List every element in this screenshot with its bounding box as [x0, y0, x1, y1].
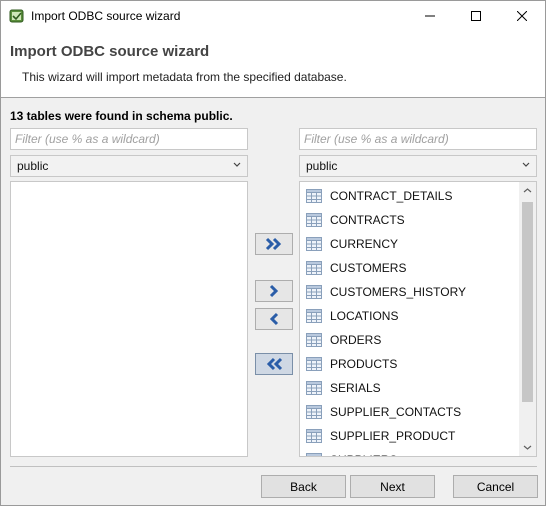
chevron-up-icon — [523, 188, 532, 193]
add-button[interactable] — [255, 280, 293, 302]
table-name: ORDERS — [330, 333, 382, 347]
table-list-item[interactable]: CURRENCY — [306, 232, 516, 256]
table-name: LOCATIONS — [330, 309, 399, 323]
page-title: Import ODBC source wizard — [10, 43, 210, 60]
chevron-left-icon — [269, 312, 279, 326]
tables-found-label: 13 tables were found in schema public. — [10, 109, 233, 123]
title-bar[interactable]: Import ODBC source wizard — [1, 1, 545, 31]
wizard-app-icon — [9, 9, 24, 23]
double-chevron-left-icon — [266, 357, 283, 371]
table-icon — [306, 453, 322, 456]
wizard-header: Import ODBC source wizard This wizard wi… — [1, 31, 545, 98]
scroll-down-button[interactable] — [519, 439, 536, 456]
chevron-down-icon — [523, 445, 532, 450]
wizard-window: Import ODBC source wizard Import ODBC so… — [0, 0, 546, 506]
page-description: This wizard will import metadata from th… — [22, 70, 347, 84]
table-list-item[interactable]: SUPPLIER_PRODUCT — [306, 424, 516, 448]
scroll-up-button[interactable] — [519, 182, 536, 199]
table-name: SUPPLIER_CONTACTS — [330, 405, 462, 419]
left-schema-value: public — [17, 159, 49, 173]
table-list-item[interactable]: CUSTOMERS_HISTORY — [306, 280, 516, 304]
table-name: SUPPLIERS — [330, 453, 397, 456]
table-name: CUSTOMERS — [330, 261, 407, 275]
table-name: SERIALS — [330, 381, 381, 395]
table-icon — [306, 261, 322, 275]
left-filter-input[interactable] — [10, 128, 248, 150]
close-button[interactable] — [499, 1, 545, 31]
table-list-item[interactable]: SUPPLIERS — [306, 448, 516, 456]
double-chevron-right-icon — [265, 237, 282, 251]
table-icon — [306, 357, 322, 371]
table-name: PRODUCTS — [330, 357, 398, 371]
close-icon — [517, 11, 527, 21]
chevron-down-icon — [233, 162, 241, 167]
table-icon — [306, 309, 322, 323]
table-name: CONTRACTS — [330, 213, 405, 227]
table-name: CURRENCY — [330, 237, 399, 251]
table-list-item[interactable]: CONTRACTS — [306, 208, 516, 232]
minimize-button[interactable] — [407, 1, 453, 31]
table-name: SUPPLIER_PRODUCT — [330, 429, 456, 443]
scroll-thumb[interactable] — [522, 202, 533, 402]
table-name: CONTRACT_DETAILS — [330, 189, 453, 203]
add-all-button[interactable] — [255, 233, 293, 255]
table-icon — [306, 189, 322, 203]
left-schema-select[interactable]: public — [10, 155, 248, 177]
table-icon — [306, 429, 322, 443]
footer-divider — [10, 466, 537, 467]
table-list-item[interactable]: CUSTOMERS — [306, 256, 516, 280]
list-scrollbar[interactable] — [519, 182, 536, 456]
remove-all-button[interactable] — [255, 353, 293, 375]
chevron-right-icon — [269, 284, 279, 298]
back-button[interactable]: Back — [261, 475, 346, 498]
cancel-button[interactable]: Cancel — [453, 475, 538, 498]
table-list-item[interactable]: PRODUCTS — [306, 352, 516, 376]
table-list-item[interactable]: SUPPLIER_CONTACTS — [306, 400, 516, 424]
table-icon — [306, 285, 322, 299]
right-filter-input[interactable] — [299, 128, 537, 150]
table-icon — [306, 333, 322, 347]
minimize-icon — [425, 15, 435, 17]
table-icon — [306, 381, 322, 395]
table-list-item[interactable]: LOCATIONS — [306, 304, 516, 328]
right-schema-select[interactable]: public — [299, 155, 537, 177]
chevron-down-icon — [522, 162, 530, 167]
available-tables-list[interactable] — [10, 181, 248, 457]
remove-button[interactable] — [255, 308, 293, 330]
right-schema-value: public — [306, 159, 338, 173]
table-name: CUSTOMERS_HISTORY — [330, 285, 467, 299]
selected-tables-list[interactable]: CONTRACT_DETAILS CONTRACTS CURRENCY CUSTOME… — [299, 181, 537, 457]
table-list-item[interactable]: SERIALS — [306, 376, 516, 400]
table-list-item[interactable]: CONTRACT_DETAILS — [306, 184, 516, 208]
maximize-button[interactable] — [453, 1, 499, 31]
window-title: Import ODBC source wizard — [31, 9, 181, 23]
table-icon — [306, 405, 322, 419]
table-icon — [306, 237, 322, 251]
table-list-item[interactable]: ORDERS — [306, 328, 516, 352]
maximize-icon — [471, 11, 481, 21]
table-icon — [306, 213, 322, 227]
next-button[interactable]: Next — [350, 475, 435, 498]
